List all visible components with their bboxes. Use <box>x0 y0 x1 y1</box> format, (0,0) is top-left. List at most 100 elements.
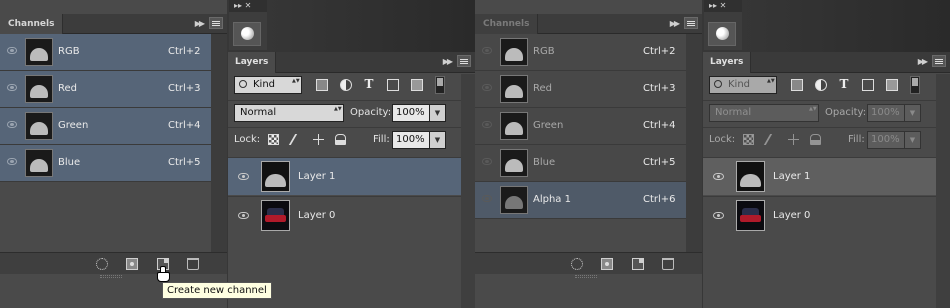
layer-row-layer-0[interactable]: Layer 0 <box>228 196 461 234</box>
adjustment-layer-filter-icon[interactable] <box>340 79 352 91</box>
opacity-input[interactable]: 100% <box>867 104 905 122</box>
layer-row-layer-1[interactable]: Layer 1 <box>228 157 461 195</box>
lock-transparent-pixels-icon[interactable] <box>268 134 279 145</box>
channel-thumbnail <box>25 149 53 177</box>
load-channel-as-selection-icon[interactable] <box>571 258 583 270</box>
save-selection-as-channel-icon[interactable] <box>126 258 138 270</box>
layers-tabbar: Layers ▶▶ <box>703 52 950 73</box>
visibility-eye-icon[interactable] <box>482 158 492 165</box>
panel-menu-icon[interactable] <box>209 17 223 29</box>
pixel-layer-filter-icon[interactable] <box>316 79 328 91</box>
lock-transparent-pixels-icon[interactable] <box>743 134 754 145</box>
lock-position-icon[interactable] <box>313 134 324 145</box>
fill-label: Fill: <box>848 134 865 145</box>
opacity-input[interactable]: 100% <box>392 104 430 122</box>
visibility-eye-icon[interactable] <box>482 195 492 202</box>
layer-name[interactable]: Layer 1 <box>298 171 335 182</box>
panel-menu-icon[interactable] <box>457 55 471 67</box>
panel-menu-icon[interactable] <box>684 17 698 29</box>
visibility-eye-icon[interactable] <box>238 212 249 219</box>
lock-image-pixels-icon[interactable] <box>763 134 782 145</box>
lock-all-icon[interactable] <box>335 134 346 145</box>
fill-dropdown-icon[interactable]: ▼ <box>905 131 921 149</box>
fill-dropdown-icon[interactable]: ▼ <box>430 131 446 149</box>
fill-input[interactable]: 100% <box>867 131 905 149</box>
collapsed-panel-strip: ▸▸ ✕ <box>229 0 267 50</box>
load-channel-as-selection-icon[interactable] <box>96 258 108 270</box>
filter-toggle-switch[interactable] <box>435 76 445 94</box>
channel-shortcut: Ctrl+2 <box>168 46 201 57</box>
pixel-layer-filter-icon[interactable] <box>791 79 803 91</box>
smart-object-filter-icon[interactable] <box>411 79 423 91</box>
visibility-eye-icon[interactable] <box>713 173 724 180</box>
visibility-eye-icon[interactable] <box>7 158 17 165</box>
channel-row-green[interactable]: Green Ctrl+4 <box>475 108 686 145</box>
tab-channels[interactable]: Channels <box>475 14 539 34</box>
lock-all-icon[interactable] <box>810 134 821 145</box>
resize-grip[interactable] <box>575 275 597 278</box>
layer-name[interactable]: Layer 1 <box>773 171 810 182</box>
save-selection-as-channel-icon[interactable] <box>601 258 613 270</box>
visibility-eye-icon[interactable] <box>7 84 17 91</box>
color-panel-icon[interactable] <box>708 22 736 46</box>
opacity-dropdown-icon[interactable]: ▼ <box>430 104 446 122</box>
collapse-arrows-icon[interactable]: ▶▶ <box>918 57 928 66</box>
channel-row-green[interactable]: Green Ctrl+4 <box>0 108 211 145</box>
channel-row-red[interactable]: Red Ctrl+3 <box>0 71 211 108</box>
panel-menu-icon[interactable] <box>932 55 946 67</box>
color-panel-icon[interactable] <box>233 22 261 46</box>
lock-image-pixels-icon[interactable] <box>288 134 307 145</box>
filter-kind-select[interactable]: Kind <box>709 76 777 94</box>
collapse-arrows-icon[interactable]: ▶▶ <box>195 19 205 28</box>
layer-name[interactable]: Layer 0 <box>298 210 335 221</box>
layers-scrollbar[interactable] <box>936 74 950 308</box>
channels-scrollbar[interactable] <box>211 34 227 252</box>
collapse-arrows-icon[interactable]: ▶▶ <box>670 19 680 28</box>
filter-kind-select[interactable]: Kind <box>234 76 302 94</box>
type-layer-filter-icon[interactable]: T <box>838 78 850 90</box>
lock-position-icon[interactable] <box>788 134 799 145</box>
layer-row-layer-0[interactable]: Layer 0 <box>703 196 936 234</box>
strip-header[interactable]: ▸▸ ✕ <box>704 0 742 12</box>
channel-row-rgb[interactable]: RGB Ctrl+2 <box>0 34 211 71</box>
strip-header[interactable]: ▸▸ ✕ <box>229 0 267 12</box>
channel-row-rgb[interactable]: RGB Ctrl+2 <box>475 34 686 71</box>
channel-name: RGB <box>58 46 80 57</box>
shape-layer-filter-icon[interactable] <box>862 79 874 91</box>
channel-name: Green <box>58 120 89 131</box>
visibility-eye-icon[interactable] <box>482 121 492 128</box>
shape-layer-filter-icon[interactable] <box>387 79 399 91</box>
filter-toggle-switch[interactable] <box>910 76 920 94</box>
panel-controls: ▶▶ <box>670 17 698 29</box>
resize-grip[interactable] <box>100 275 122 278</box>
smart-object-filter-icon[interactable] <box>886 79 898 91</box>
blend-mode-select[interactable]: Normal <box>709 104 819 122</box>
tab-layers[interactable]: Layers <box>228 52 277 73</box>
visibility-eye-icon[interactable] <box>482 84 492 91</box>
blend-mode-select[interactable]: Normal <box>234 104 344 122</box>
create-new-channel-icon[interactable] <box>632 258 644 270</box>
delete-channel-icon[interactable] <box>662 258 674 270</box>
type-layer-filter-icon[interactable]: T <box>363 78 375 90</box>
tab-channels[interactable]: Channels <box>0 14 64 34</box>
opacity-dropdown-icon[interactable]: ▼ <box>905 104 921 122</box>
channel-row-alpha-1[interactable]: Alpha 1 Ctrl+6 <box>475 182 686 219</box>
visibility-eye-icon[interactable] <box>7 47 17 54</box>
adjustment-layer-filter-icon[interactable] <box>815 79 827 91</box>
channel-row-blue[interactable]: Blue Ctrl+5 <box>0 145 211 182</box>
layer-row-layer-1[interactable]: Layer 1 <box>703 157 936 195</box>
visibility-eye-icon[interactable] <box>238 173 249 180</box>
channel-row-blue[interactable]: Blue Ctrl+5 <box>475 145 686 182</box>
collapse-arrows-icon[interactable]: ▶▶ <box>443 57 453 66</box>
tab-layers[interactable]: Layers <box>703 52 752 73</box>
channels-scrollbar[interactable] <box>686 34 702 252</box>
visibility-eye-icon[interactable] <box>713 212 724 219</box>
delete-channel-icon[interactable] <box>187 258 199 270</box>
channel-shortcut: Ctrl+5 <box>643 157 676 168</box>
layer-name[interactable]: Layer 0 <box>773 210 810 221</box>
visibility-eye-icon[interactable] <box>7 121 17 128</box>
channel-row-red[interactable]: Red Ctrl+3 <box>475 71 686 108</box>
layers-scrollbar[interactable] <box>461 74 475 308</box>
visibility-eye-icon[interactable] <box>482 47 492 54</box>
fill-input[interactable]: 100% <box>392 131 430 149</box>
